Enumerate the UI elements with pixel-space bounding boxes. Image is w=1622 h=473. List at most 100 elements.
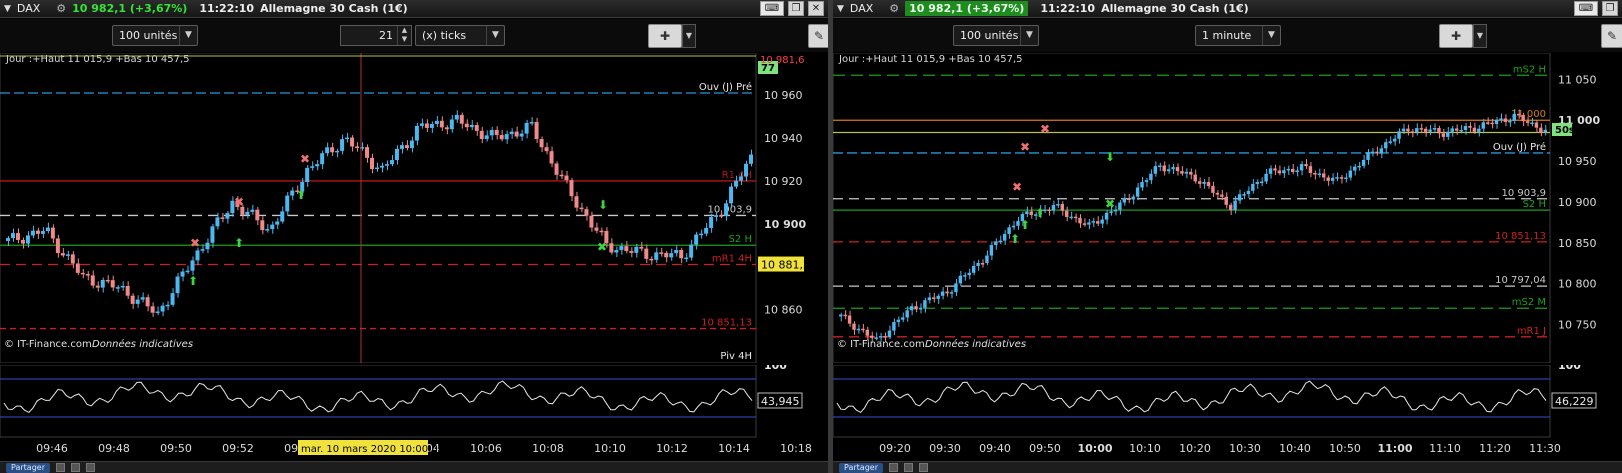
clock-label: 11:22:10 <box>199 2 255 15</box>
chart-tools-dropdown[interactable]: ▼ <box>1473 24 1487 48</box>
candle-body <box>1220 194 1224 197</box>
plot-area <box>833 53 1551 363</box>
tool-icon[interactable] <box>55 463 65 472</box>
chart-tools-button[interactable]: ✚ <box>1439 24 1473 48</box>
share-button[interactable]: Partager <box>6 462 50 473</box>
candle-body <box>684 257 689 260</box>
period-select[interactable]: (x) ticks ▼ <box>415 25 505 46</box>
candle-body <box>699 233 704 236</box>
restore-icon[interactable]: ❐ <box>1602 1 1618 16</box>
candle-body <box>1246 190 1251 195</box>
oscillator-panel-left[interactable]: 100 43,945 <box>0 365 828 440</box>
chart-tools-dropdown[interactable]: ▼ <box>682 24 696 48</box>
drawing-tool-button[interactable]: ✎ <box>808 24 828 48</box>
copyright-label: © IT-Finance.com <box>837 339 925 350</box>
candle-body <box>1432 128 1437 130</box>
candle-body <box>404 145 409 149</box>
candle-body <box>1193 174 1197 182</box>
candle-body <box>439 120 444 128</box>
gear-icon[interactable]: ⚙ <box>56 2 66 15</box>
candle-body <box>145 297 150 307</box>
candle-body <box>896 319 901 323</box>
candle-body <box>1002 233 1007 241</box>
candle-body <box>285 195 290 212</box>
x-tick-label: 11:20 <box>1479 442 1511 455</box>
price-chart-left[interactable]: Jour :+Haut 11 015,9 +Bas 10 457,510 960… <box>0 53 828 363</box>
x-tick-label: 10:12 <box>656 442 688 455</box>
candle-body <box>310 166 315 168</box>
candle-body <box>1011 225 1016 228</box>
symbol-label: DAX <box>16 2 41 15</box>
x-tick-label: 10:18 <box>780 442 812 455</box>
candle-body <box>434 120 439 124</box>
candle-body <box>589 215 594 228</box>
candle-body <box>1100 219 1104 224</box>
candle-body <box>599 230 604 233</box>
close-icon[interactable]: ✕ <box>808 1 824 16</box>
candle-body <box>1330 177 1335 181</box>
candle-body <box>1202 181 1206 184</box>
candle-body <box>704 227 709 234</box>
candle-body <box>494 129 499 136</box>
tool-icon[interactable] <box>85 463 95 472</box>
ticks-input[interactable]: 21 ▲ ▼ <box>340 25 412 46</box>
keyboard-icon[interactable]: ⌨ <box>1574 1 1598 16</box>
tool-icon[interactable] <box>70 463 80 472</box>
level-label: Ouv (J) Pré <box>1493 141 1546 153</box>
share-button[interactable]: Partager <box>839 462 883 473</box>
period-select[interactable]: 1 minute ▼ <box>1195 25 1281 46</box>
chevron-down-icon: ▼ <box>1262 26 1280 45</box>
candle-body <box>245 211 250 215</box>
candle-body <box>459 114 464 124</box>
candle-body <box>1534 122 1539 128</box>
candle-body <box>932 297 936 299</box>
keyboard-icon[interactable]: ⌨ <box>760 1 784 16</box>
chart-tools-button[interactable]: ✚ <box>648 24 682 48</box>
candle-body <box>1158 165 1162 167</box>
window-menu-icon[interactable]: ▼ <box>837 4 844 14</box>
candle-body <box>424 123 429 128</box>
window-menu-icon[interactable]: ▼ <box>4 4 11 14</box>
candle-body <box>1512 113 1516 121</box>
x-tick-label: 10:10 <box>594 442 626 455</box>
units-select[interactable]: 100 unités ▼ <box>112 25 198 46</box>
title-bar-left: ▼ DAX ⚙ 10 982,1 (+3,67%) 11:22:10 Allem… <box>0 0 828 18</box>
candle-body <box>664 252 669 258</box>
current-price-tag: 10 881,2 <box>761 259 810 272</box>
candle-body <box>1357 165 1361 168</box>
candle-body <box>419 123 424 126</box>
candle-body <box>1485 122 1490 124</box>
plot-area <box>0 53 757 363</box>
candle-body <box>1264 173 1268 182</box>
restore-icon[interactable]: ❐ <box>788 1 804 16</box>
candle-body <box>70 254 75 264</box>
candle-body <box>1197 181 1202 184</box>
x-tick-label: 09:50 <box>1029 442 1061 455</box>
x-tick-label: 10:20 <box>1179 442 1211 455</box>
units-select[interactable]: 100 unités ▼ <box>953 25 1039 46</box>
candle-body <box>1344 177 1348 180</box>
oscillator-panel-right[interactable]: 100 46,229 <box>833 365 1622 440</box>
spinner-icon[interactable]: ▲ ▼ <box>397 26 411 45</box>
candle-body <box>394 148 399 161</box>
candle-body <box>1131 196 1135 200</box>
candle-body <box>1211 186 1215 193</box>
tool-icon[interactable] <box>918 463 928 472</box>
candle-body <box>55 238 60 254</box>
candle-body <box>1286 168 1290 171</box>
candle-body <box>190 260 195 271</box>
x-tick-label: 10:06 <box>470 442 502 455</box>
tool-icon[interactable] <box>888 463 898 472</box>
countdown-label: 50s <box>1555 125 1575 136</box>
drawing-tool-button[interactable]: ✎ <box>1601 24 1622 48</box>
candle-body <box>1521 114 1525 122</box>
candle-body <box>1530 122 1534 125</box>
price-chart-right[interactable]: Jour :+Haut 11 015,9 +Bas 10 457,5 11 050… <box>833 53 1622 363</box>
indicative-label: Données indicatives <box>925 338 1026 350</box>
gear-icon[interactable]: ⚙ <box>889 2 899 15</box>
candle-body <box>50 227 55 239</box>
tool-icon[interactable] <box>903 463 913 472</box>
candle-body <box>714 215 719 217</box>
candle-body <box>709 216 714 228</box>
time-axis-left: 09:4609:4809:5009:5209:5409:5610:0410:06… <box>36 440 812 455</box>
